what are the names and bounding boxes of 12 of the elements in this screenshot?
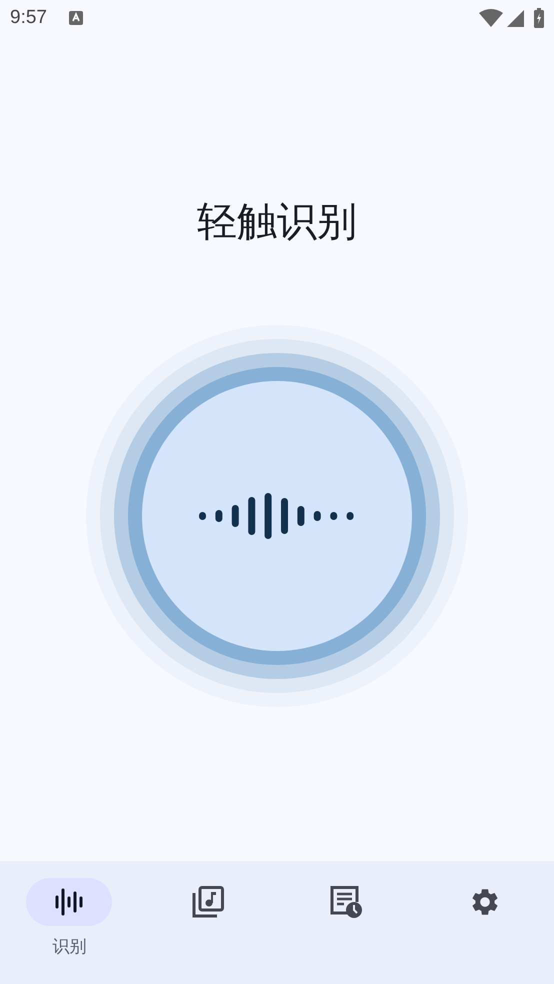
keyboard-notification-icon <box>68 11 83 25</box>
signal-icon <box>507 10 524 26</box>
sound-wave-icon <box>54 887 84 917</box>
wifi-icon <box>479 9 503 27</box>
status-time: 9:57 <box>10 6 47 30</box>
nav-tab[interactable] <box>26 878 112 926</box>
document-clock-icon <box>330 886 362 918</box>
nav-label: 识别 <box>52 936 86 958</box>
sound-wave-icon <box>199 493 355 539</box>
page-title: 轻触识别 <box>197 199 357 246</box>
music-library-icon <box>192 886 224 918</box>
battery-charging-icon <box>534 8 544 28</box>
